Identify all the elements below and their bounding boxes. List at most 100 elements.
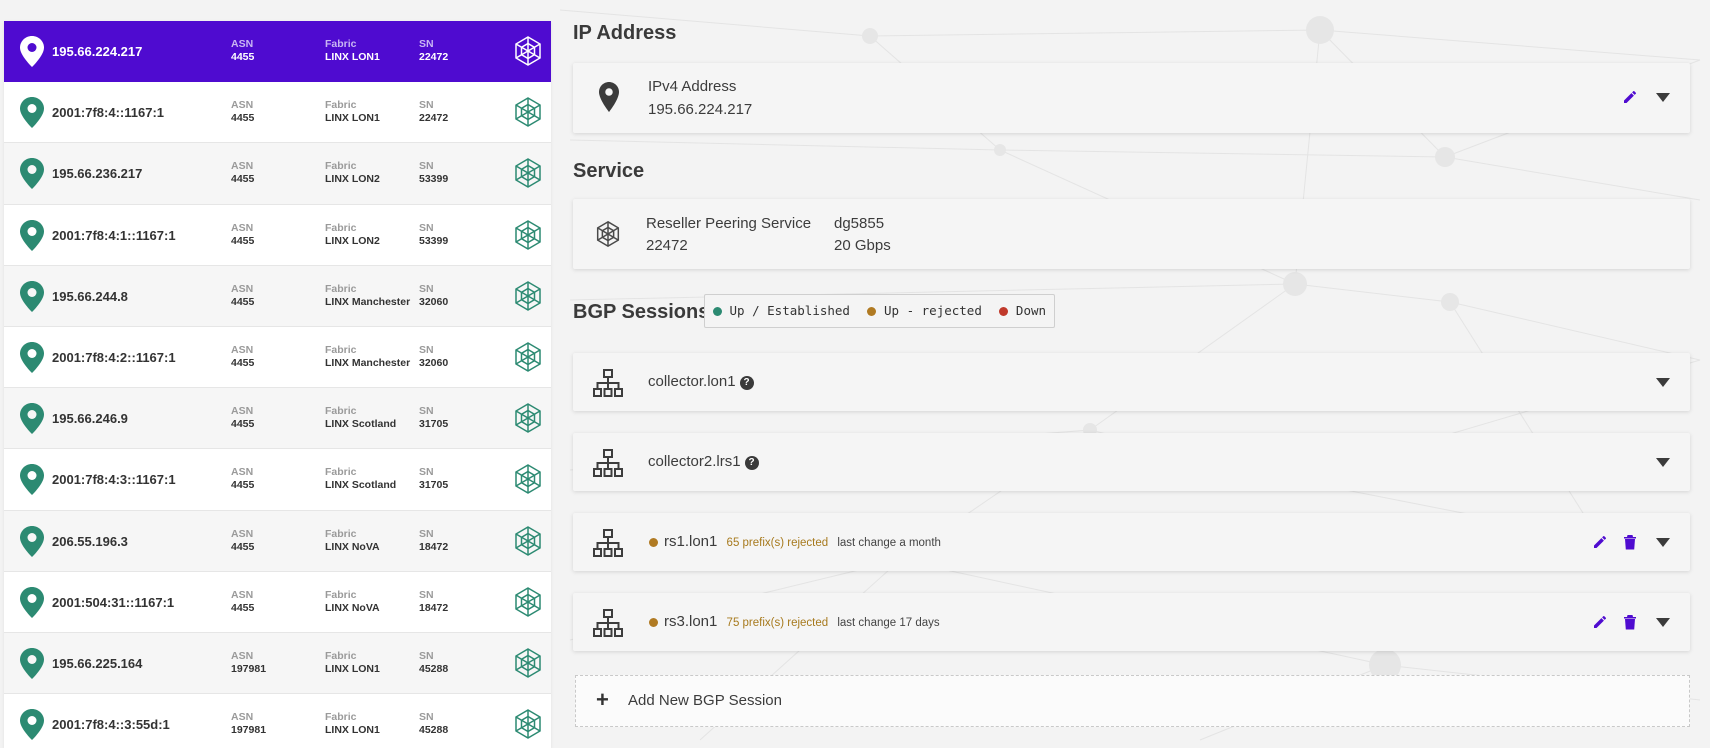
expand-caret-icon[interactable] <box>1656 618 1670 627</box>
asn-label: ASN <box>231 405 254 418</box>
connection-ip: 2001:7f8:4:1::1167:1 <box>52 227 176 243</box>
service-card: Reseller Peering Service 22472 dg5855 20… <box>573 199 1690 269</box>
fabric-field: Fabric LINX Scotland <box>325 466 415 492</box>
connection-row[interactable]: 2001:7f8:4:3::1167:1 ASN 4455 Fabric LINX Sc… <box>4 449 551 511</box>
connection-row[interactable]: 2001:7f8:4:1::1167:1 ASN 4455 Fabric LINX LO… <box>4 204 551 266</box>
edit-icon[interactable] <box>1622 89 1638 105</box>
sitemap-icon <box>593 609 623 637</box>
sn-label: SN <box>419 466 434 479</box>
network-mesh-icon[interactable] <box>512 280 544 312</box>
fabric-value: LINX LON1 <box>325 662 380 675</box>
fabric-value: LINX NoVA <box>325 601 380 614</box>
connection-row[interactable]: 2001:7f8:4::3:55d:1 ASN 197981 Fabric LINX L… <box>4 694 551 748</box>
bgp-session-card[interactable]: collector.lon1? <box>573 353 1690 411</box>
legend-down: Down <box>999 303 1046 318</box>
sn-label: SN <box>419 99 434 112</box>
connection-row[interactable]: 195.66.244.8 ASN 4455 Fabric LINX Manchester… <box>4 265 551 327</box>
sn-value: 45288 <box>419 724 449 737</box>
connection-row[interactable]: 195.66.224.217 ASN 4455 Fabric LINX LON1 SN 22… <box>4 21 551 83</box>
help-icon[interactable]: ? <box>739 376 754 390</box>
asn-value: 4455 <box>231 540 255 553</box>
bgp-session-card[interactable]: collector2.lrs1? <box>573 433 1690 491</box>
asn-value: 4455 <box>231 173 255 186</box>
fabric-label: Fabric <box>325 38 357 50</box>
network-mesh-icon[interactable] <box>512 525 544 557</box>
location-pin-icon <box>20 341 44 373</box>
service-sn: 22472 <box>646 237 688 254</box>
network-mesh-icon[interactable] <box>512 708 544 740</box>
location-pin-icon <box>20 97 44 129</box>
bgp-session-card[interactable]: rs1.lon1 65 prefix(s) rejected last chan… <box>573 513 1690 571</box>
fabric-field: Fabric LINX Scotland <box>325 405 415 431</box>
network-mesh-icon[interactable] <box>512 402 544 434</box>
add-bgp-session-label: Add New BGP Session <box>628 692 782 709</box>
location-pin-icon <box>20 709 44 741</box>
sn-value: 32060 <box>419 295 449 308</box>
connection-row[interactable]: 195.66.246.9 ASN 4455 Fabric LINX Scotland SN… <box>4 388 551 450</box>
bgp-status-legend: Up / Established Up - rejected Down <box>704 294 1056 328</box>
ipv4-card[interactable]: IPv4 Address 195.66.224.217 <box>573 63 1690 133</box>
add-bgp-session-button[interactable]: + Add New BGP Session <box>575 675 1690 727</box>
connection-ip: 195.66.246.9 <box>52 411 128 427</box>
network-mesh-icon[interactable] <box>512 157 544 189</box>
expand-caret-icon[interactable] <box>1656 538 1670 547</box>
connection-ip: 195.66.236.217 <box>52 166 143 182</box>
fabric-field: Fabric LINX LON2 <box>325 222 415 248</box>
fabric-field: Fabric LINX LON1 <box>325 650 415 676</box>
status-dot <box>713 307 722 316</box>
connection-row[interactable]: 2001:7f8:4::1167:1 ASN 4455 Fabric LINX LON1… <box>4 82 551 144</box>
sitemap-icon <box>593 369 623 397</box>
help-icon[interactable]: ? <box>744 456 759 470</box>
network-mesh-icon[interactable] <box>512 35 544 67</box>
asn-field: ASN 4455 <box>231 283 254 309</box>
expand-caret-icon[interactable] <box>1656 93 1670 102</box>
asn-field: ASN 197981 <box>231 650 266 676</box>
network-mesh-icon[interactable] <box>512 586 544 618</box>
sitemap-icon <box>593 449 623 477</box>
asn-field: ASN 4455 <box>231 589 254 615</box>
connection-ip: 206.55.196.3 <box>52 533 128 549</box>
trash-icon[interactable] <box>1623 614 1637 630</box>
bgp-section-title: BGP Sessions <box>573 301 710 323</box>
asn-label: ASN <box>231 588 254 601</box>
asn-label: ASN <box>231 99 254 112</box>
asn-value: 4455 <box>231 479 255 492</box>
expand-caret-icon[interactable] <box>1656 378 1670 387</box>
sn-field: SN 31705 <box>419 466 448 492</box>
trash-icon[interactable] <box>1623 534 1637 550</box>
location-pin-icon <box>20 586 44 618</box>
sn-field: SN 45288 <box>419 650 448 676</box>
sn-label: SN <box>419 38 434 50</box>
connection-row[interactable]: 195.66.225.164 ASN 197981 Fabric LINX LON1 SN… <box>4 632 551 695</box>
sn-value: 53399 <box>419 173 449 186</box>
connection-row[interactable]: 195.66.236.217 ASN 4455 Fabric LINX LON2 SN 53… <box>4 143 551 205</box>
edit-icon[interactable] <box>1592 614 1608 630</box>
legend-rejected: Up - rejected <box>867 303 982 318</box>
network-mesh-icon[interactable] <box>512 647 544 679</box>
expand-caret-icon[interactable] <box>1656 458 1670 467</box>
connection-row[interactable]: 2001:7f8:4:2::1167:1 ASN 4455 Fabric LINX Ma… <box>4 326 551 389</box>
network-mesh-icon[interactable] <box>512 341 544 373</box>
network-mesh-icon[interactable] <box>512 463 544 495</box>
asn-field: ASN 4455 <box>231 405 254 431</box>
location-pin-icon <box>20 219 44 251</box>
sn-field: SN 32060 <box>419 283 448 309</box>
fabric-value: LINX NoVA <box>325 540 380 553</box>
connection-row[interactable]: 206.55.196.3 ASN 4455 Fabric LINX NoVA SN 1847… <box>4 510 551 572</box>
connection-ip: 2001:504:31::1167:1 <box>52 594 175 610</box>
sn-label: SN <box>419 405 434 418</box>
sn-field: SN 31705 <box>419 405 448 431</box>
connection-row[interactable]: 2001:504:31::1167:1 ASN 4455 Fabric LINX NoV… <box>4 571 551 633</box>
sn-value: 53399 <box>419 234 449 247</box>
sn-label: SN <box>419 221 434 234</box>
asn-value: 4455 <box>231 234 255 247</box>
edit-icon[interactable] <box>1592 534 1608 550</box>
network-mesh-icon[interactable] <box>512 219 544 251</box>
asn-value: 4455 <box>231 418 255 431</box>
fabric-field: Fabric LINX LON1 <box>325 711 415 737</box>
fabric-label: Fabric <box>325 160 357 173</box>
network-mesh-icon[interactable] <box>512 96 544 128</box>
fabric-value: LINX LON1 <box>325 724 380 737</box>
status-dot <box>649 617 658 627</box>
bgp-session-card[interactable]: rs3.lon1 75 prefix(s) rejected last chan… <box>573 593 1690 651</box>
